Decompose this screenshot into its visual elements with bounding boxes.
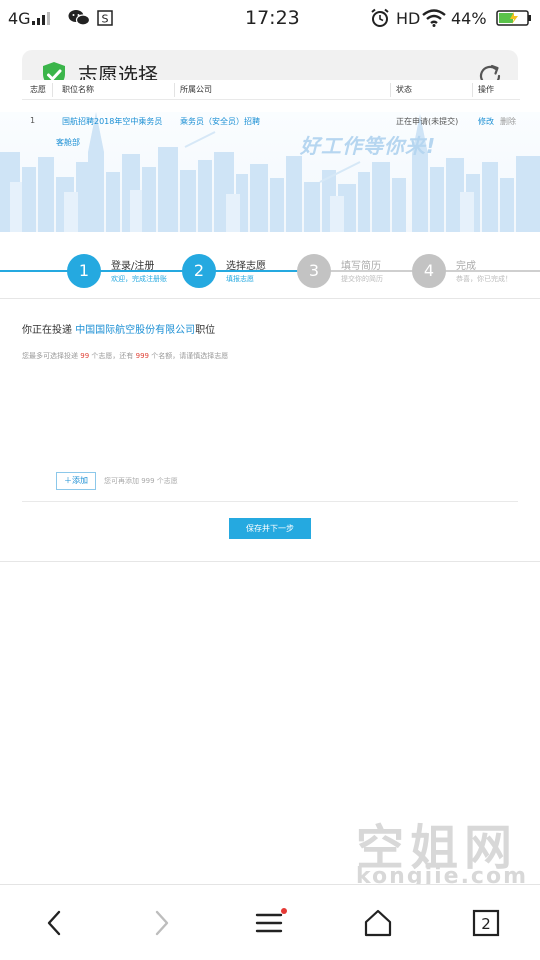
browser-bottom-nav: 2 (0, 884, 540, 960)
step-3-number: 3 (297, 254, 331, 288)
step-1-title: 登录/注册 (111, 261, 155, 272)
delete-link[interactable]: 删除 (500, 116, 516, 127)
header-divider (390, 83, 391, 97)
wifi-icon (422, 0, 446, 36)
header-divider (52, 83, 53, 97)
menu-icon[interactable] (240, 885, 300, 960)
status-bar: 4G S 17:23 HD 44% (0, 0, 540, 36)
quota-hint: 您最多可选择投递 99 个志愿，还有 999 个名额，请谨慎选择志愿 (22, 351, 228, 361)
battery-icon (496, 0, 532, 36)
hint-remaining-count: 999 (135, 352, 149, 360)
hint-part-a: 您最多可选择投递 (22, 352, 78, 360)
step-3-subtitle: 提交你的简历 (341, 275, 383, 283)
row-order: 1 (30, 116, 36, 125)
step-4-subtitle: 恭喜，你已完成！ (456, 275, 512, 283)
header-divider (174, 83, 175, 97)
header-divider (472, 83, 473, 97)
hd-label: HD (396, 8, 421, 28)
clock-time: 17:23 (245, 7, 300, 29)
row-status: 正在申请(未提交) (396, 117, 459, 126)
header-status: 状态 (396, 85, 412, 94)
table-row: 1 国航招聘2018年空中乘务员 客舱部 乘务员（安全员）招聘 正在申请(未提交… (22, 104, 520, 154)
header-order: 志愿 (30, 85, 46, 94)
step-2-title: 选择志愿 (226, 261, 266, 272)
apply-prefix: 你正在投递 (22, 325, 72, 336)
apply-heading: 你正在投递 中国国际航空股份有限公司职位 (22, 321, 215, 336)
step-4-number: 4 (412, 254, 446, 288)
row-position-name[interactable]: 国航招聘2018年空中乘务员 (62, 116, 162, 127)
row-position-department[interactable]: 客舱部 (56, 137, 80, 148)
add-preference-button[interactable]: ＋添加 (56, 472, 96, 490)
svg-text:S: S (102, 13, 109, 26)
edit-link[interactable]: 修改 (478, 116, 494, 127)
tabs-count: 2 (481, 915, 491, 933)
step-3-title: 填写简历 (341, 261, 381, 272)
progress-steps: 1 登录/注册 欢迎，完成注册账 2 选择志愿 填报志愿 3 填写简历 提交你的… (0, 240, 540, 300)
header-company: 所属公司 (180, 85, 212, 94)
menu-badge (281, 908, 287, 914)
alarm-icon (370, 0, 390, 36)
company-link[interactable]: 中国国际航空股份有限公司 (75, 325, 195, 336)
row-company[interactable]: 乘务员（安全员）招聘 (180, 116, 260, 127)
table-header: 志愿 职位名称 所属公司 状态 操作 (22, 80, 520, 100)
signal-icon (32, 0, 52, 36)
step-4-title: 完成 (456, 261, 476, 272)
notification-s-icon: S (97, 0, 113, 36)
hint-part-b: 个志愿，还有 (91, 352, 134, 360)
back-arrow-icon[interactable] (24, 885, 84, 960)
network-label: 4G (8, 8, 31, 28)
divider (22, 501, 518, 502)
step-2-number: 2 (182, 254, 216, 288)
home-icon[interactable] (348, 885, 408, 960)
header-position: 职位名称 (62, 85, 94, 94)
battery-percent: 44% (451, 8, 487, 28)
header-actions: 操作 (478, 85, 494, 94)
tabs-icon[interactable]: 2 (456, 885, 516, 960)
step-1-subtitle: 欢迎，完成注册账 (111, 275, 167, 283)
forward-arrow-icon[interactable] (132, 885, 192, 960)
step-2-subtitle: 填报志愿 (226, 275, 254, 283)
hint-part-c: 个名额，请谨慎选择志愿 (151, 352, 229, 360)
hint-max-count: 99 (80, 352, 90, 360)
wechat-icon (68, 0, 90, 36)
save-and-next-button[interactable]: 保存并下一步 (229, 518, 311, 539)
apply-suffix: 职位 (195, 325, 216, 336)
step-1-number: 1 (67, 254, 101, 288)
add-hint: 您可再添加 999 个志愿 (104, 477, 178, 485)
